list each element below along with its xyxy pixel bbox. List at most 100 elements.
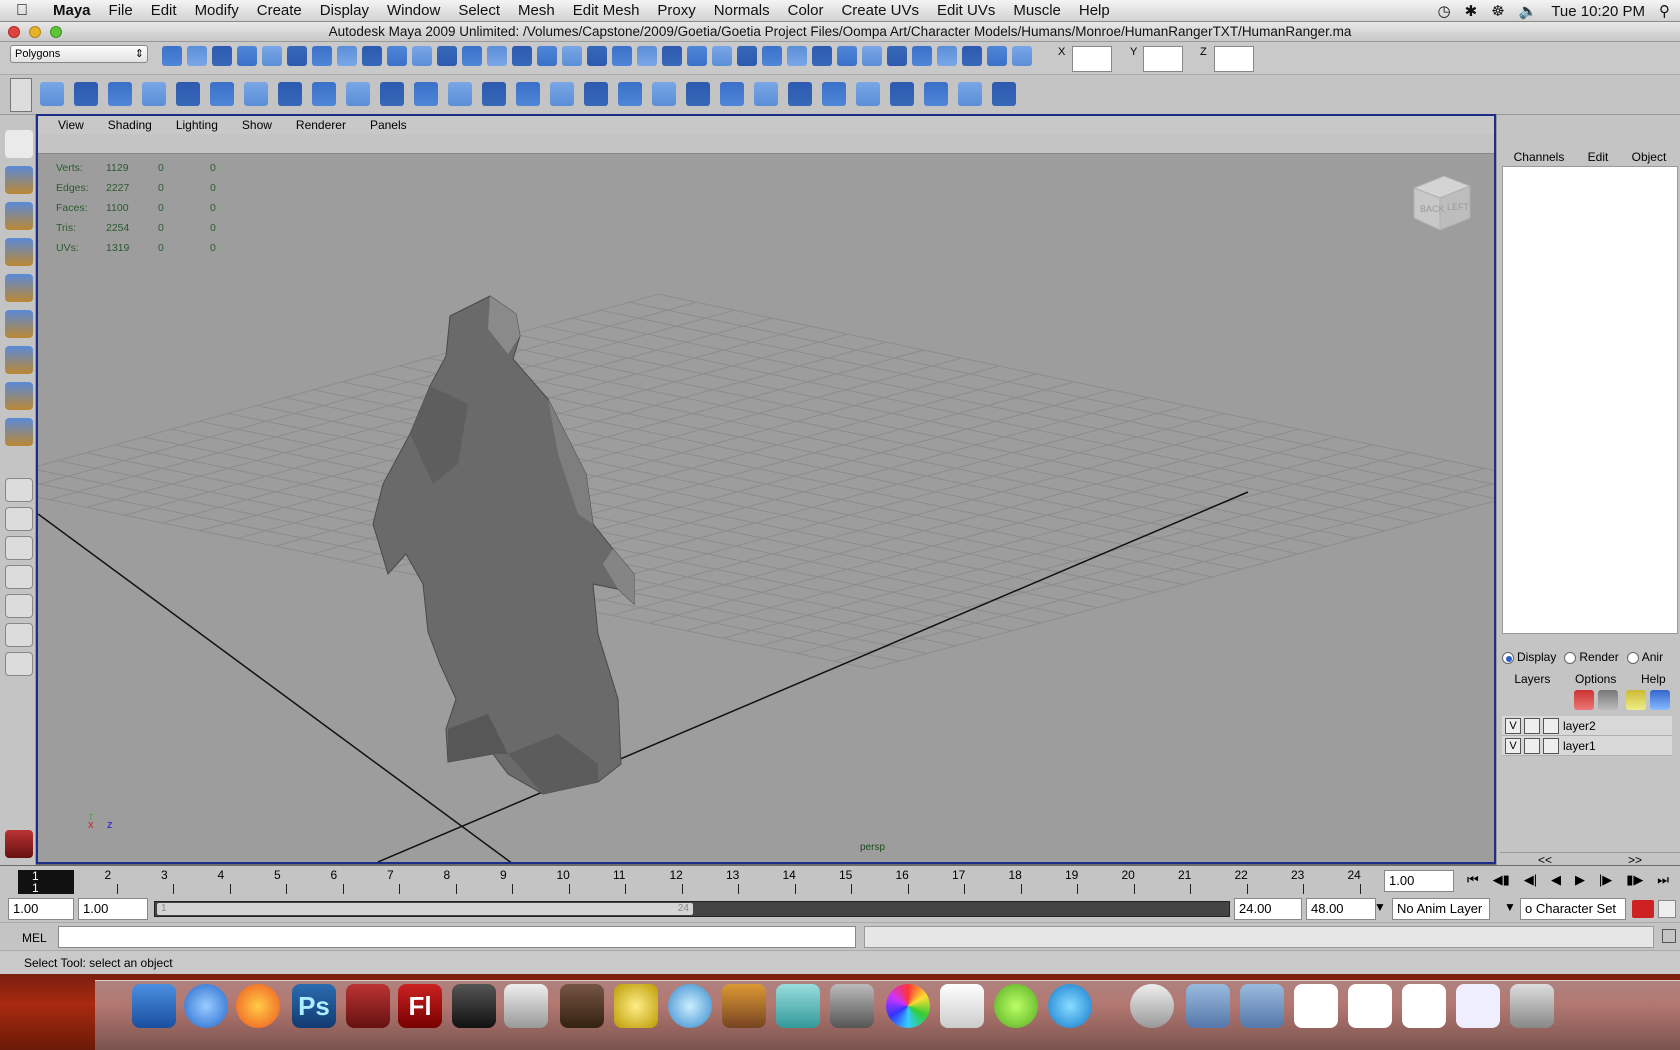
menu-muscle[interactable]: Muscle [1004, 2, 1070, 19]
create-layer-icon[interactable] [1626, 690, 1646, 710]
current-frame-marker[interactable]: 11 [18, 870, 74, 894]
game-app-icon[interactable] [560, 984, 604, 1028]
status-line-tool-icon[interactable] [862, 46, 882, 66]
status-line-tool-icon[interactable] [912, 46, 932, 66]
menu-modify[interactable]: Modify [186, 2, 248, 19]
status-line-tool-icon[interactable] [312, 46, 332, 66]
close-window-icon[interactable] [8, 26, 20, 38]
shelf-tool-icon[interactable] [788, 82, 812, 106]
shelf-tool-icon[interactable] [822, 82, 846, 106]
status-line-tool-icon[interactable] [1012, 46, 1032, 66]
shelf-tool-icon[interactable] [414, 82, 438, 106]
shelf-tool-icon[interactable] [584, 82, 608, 106]
create-layer-selected-icon[interactable] [1650, 690, 1670, 710]
transform-tool-icon[interactable] [5, 238, 33, 266]
menu-color[interactable]: Color [779, 2, 833, 19]
shelf-tool-icon[interactable] [448, 82, 472, 106]
menu-edit-uvs[interactable]: Edit UVs [928, 2, 1004, 19]
radio-display-button[interactable] [1502, 651, 1514, 664]
shelf-tool-icon[interactable] [890, 82, 914, 106]
time-machine-icon[interactable]: ◷ [1438, 2, 1451, 20]
play-forwards-icon[interactable]: ▶ [1575, 872, 1585, 892]
status-line-tool-icon[interactable] [837, 46, 857, 66]
finder-icon[interactable] [132, 984, 176, 1028]
imovie-icon[interactable] [614, 984, 658, 1028]
layer-menu-help[interactable]: Help [1641, 672, 1666, 686]
status-line-tool-icon[interactable] [812, 46, 832, 66]
status-line-tool-icon[interactable] [687, 46, 707, 66]
channelbox-tab-channels[interactable]: Channels [1514, 150, 1565, 166]
textedit-icon[interactable] [940, 984, 984, 1028]
status-line-tool-icon[interactable] [987, 46, 1007, 66]
menu-select[interactable]: Select [449, 2, 509, 19]
radio-display[interactable]: Display [1502, 650, 1556, 664]
status-line-tool-icon[interactable] [662, 46, 682, 66]
go-to-start-icon[interactable]: ⏮ [1467, 872, 1479, 892]
iphoto-icon[interactable] [830, 984, 874, 1028]
character-set-field[interactable]: o Character Set [1520, 898, 1626, 920]
spotlight-icon[interactable]: ⚲ [1659, 2, 1670, 20]
script-editor-icon[interactable] [1662, 929, 1676, 943]
layout-preset-icon[interactable] [5, 536, 33, 560]
layout-preset-icon[interactable] [5, 623, 33, 647]
bluetooth-icon[interactable]: ✱ [1465, 2, 1478, 20]
menu-set-dropdown[interactable]: Polygons ⇕ [10, 45, 148, 63]
character-mesh[interactable] [372, 295, 635, 795]
status-line-tool-icon[interactable] [887, 46, 907, 66]
status-line-tool-icon[interactable] [612, 46, 632, 66]
end-time-field[interactable]: 48.00 [1306, 898, 1376, 920]
apple-icon[interactable]:  [0, 2, 44, 20]
play-backwards-icon[interactable]: ◀ [1551, 872, 1561, 892]
status-line-tool-icon[interactable] [787, 46, 807, 66]
menu-window[interactable]: Window [378, 2, 449, 19]
go-to-end-icon[interactable]: ⏭ [1657, 872, 1669, 892]
transform-tool-icon[interactable] [5, 418, 33, 446]
layout-preset-icon[interactable] [5, 652, 33, 676]
text-app-icon[interactable] [776, 984, 820, 1028]
perspective-viewport[interactable]: Verts: 1129 0 0 Edges: 2227 0 0 Faces: 1100 0 0 T… [38, 154, 1494, 862]
layer-color-swatch[interactable] [1543, 737, 1559, 754]
green-app-icon[interactable] [994, 984, 1038, 1028]
shelf-tool-icon[interactable] [924, 82, 948, 106]
status-line-tool-icon[interactable] [512, 46, 532, 66]
menu-file[interactable]: File [100, 2, 142, 19]
x-field[interactable] [1072, 46, 1112, 72]
status-line-tool-icon[interactable] [962, 46, 982, 66]
transform-tool-icon[interactable] [5, 202, 33, 230]
shelf-tool-icon[interactable] [652, 82, 676, 106]
shelf-tool-icon[interactable] [992, 82, 1016, 106]
radio-anim-button[interactable] [1626, 651, 1639, 664]
panel-menu-show[interactable]: Show [230, 116, 284, 134]
radio-render[interactable]: Render [1564, 650, 1619, 664]
transform-tool-icon[interactable] [5, 346, 33, 374]
status-line-tool-icon[interactable] [412, 46, 432, 66]
shelf-tool-icon[interactable] [550, 82, 574, 106]
new-layer-icon[interactable] [1574, 690, 1594, 710]
minimized-window-icon[interactable] [1348, 984, 1392, 1028]
layout-preset-icon[interactable] [5, 565, 33, 589]
shelf-tool-icon[interactable] [618, 82, 642, 106]
current-time-field[interactable]: 1.00 [1384, 870, 1454, 892]
menu-create-uvs[interactable]: Create UVs [832, 2, 928, 19]
shelf-tool-icon[interactable] [312, 82, 336, 106]
minimize-window-icon[interactable] [29, 26, 41, 38]
character-set-dropdown-arrow-icon[interactable]: ▼ [1504, 900, 1516, 914]
documents-folder-icon[interactable] [1186, 984, 1230, 1028]
layout-preset-icon[interactable] [5, 594, 33, 618]
status-line-tool-icon[interactable] [162, 46, 182, 66]
volume-icon[interactable]: 🔈 [1519, 2, 1538, 20]
status-line-tool-icon[interactable] [337, 46, 357, 66]
step-back-frame-icon[interactable]: ◀| [1524, 872, 1537, 892]
layer-color-swatch[interactable] [1543, 717, 1559, 734]
panel-menu-panels[interactable]: Panels [358, 116, 419, 134]
status-line-tool-icon[interactable] [562, 46, 582, 66]
panel-menu-shading[interactable]: Shading [96, 116, 164, 134]
layer-menu-layers[interactable]: Layers [1514, 672, 1550, 686]
shelf-menu-icon[interactable] [10, 78, 32, 112]
anim-layer-dropdown-arrow-icon[interactable]: ▼ [1374, 900, 1386, 914]
status-line-tool-icon[interactable] [462, 46, 482, 66]
status-line-tool-icon[interactable] [537, 46, 557, 66]
minimized-window-icon[interactable] [1402, 984, 1446, 1028]
channelbox[interactable] [1502, 166, 1678, 634]
menu-normals[interactable]: Normals [705, 2, 779, 19]
